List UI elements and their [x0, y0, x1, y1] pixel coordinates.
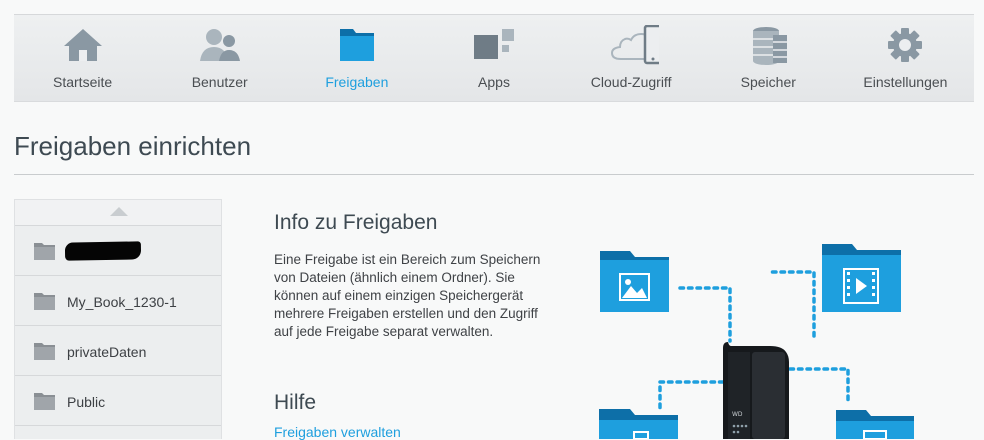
share-list: My_Book_1230-1 privateDaten Public	[14, 199, 222, 439]
nav-item-einstellungen[interactable]: Einstellungen	[837, 15, 974, 101]
share-item[interactable]: privateDaten	[15, 326, 221, 376]
video-folder-icon	[822, 244, 901, 312]
share-item[interactable]: Public	[15, 376, 221, 426]
scroll-up-button[interactable]	[15, 200, 221, 226]
share-item[interactable]: My_Book_1230-1	[15, 276, 221, 326]
apps-icon	[473, 29, 514, 59]
chevron-up-icon	[110, 207, 128, 216]
cloud-device-icon	[611, 25, 660, 65]
folder-icon	[339, 29, 374, 61]
folder-icon	[836, 410, 914, 439]
nav-item-freigaben[interactable]: Freigaben	[288, 15, 425, 101]
nav-label: Einstellungen	[863, 74, 948, 90]
folder-icon	[599, 409, 678, 439]
folder-icon	[34, 393, 55, 410]
info-text: Eine Freigabe ist ein Bereich zum Speich…	[274, 252, 541, 339]
redacted-share-name	[64, 241, 142, 261]
nav-item-speicher[interactable]: Speicher	[700, 15, 837, 101]
nav-item-benutzer[interactable]: Benutzer	[151, 15, 288, 101]
svg-text:WD: WD	[732, 411, 743, 418]
home-icon	[63, 29, 102, 61]
shares-illustration: WD	[599, 244, 914, 439]
nav-label: Cloud-Zugriff	[590, 74, 672, 90]
folder-icon	[34, 243, 55, 260]
share-name: privateDaten	[67, 344, 147, 360]
manage-shares-link[interactable]: Freigaben verwalten	[274, 424, 401, 440]
nav-label: Speicher	[740, 74, 796, 90]
help-title: Hilfe	[274, 391, 317, 414]
folder-icon	[34, 293, 55, 310]
gear-icon	[888, 28, 923, 62]
share-name: Public	[67, 394, 106, 410]
nav-item-cloud-zugriff[interactable]: Cloud-Zugriff	[563, 15, 700, 101]
users-icon	[199, 29, 240, 61]
nas-device-icon: WD	[723, 342, 789, 439]
image-folder-icon	[600, 251, 669, 312]
storage-icon	[753, 27, 788, 65]
nav-item-apps[interactable]: Apps	[425, 15, 562, 101]
share-item[interactable]	[15, 226, 221, 276]
nav-label: Benutzer	[191, 74, 248, 90]
share-name: My_Book_1230-1	[67, 294, 177, 310]
page-title: Freigaben einrichten	[14, 131, 252, 161]
folder-icon	[34, 343, 55, 360]
title-divider	[14, 174, 974, 175]
nav-label: Freigaben	[325, 74, 389, 90]
nav-item-startseite[interactable]: Startseite	[14, 15, 151, 101]
nav-label: Startseite	[53, 74, 113, 90]
info-title: Info zu Freigaben	[274, 211, 438, 234]
nav-label: Apps	[478, 74, 510, 90]
main-navigation: Startseite Benutzer Freigaben Apps Cloud…	[14, 15, 974, 102]
